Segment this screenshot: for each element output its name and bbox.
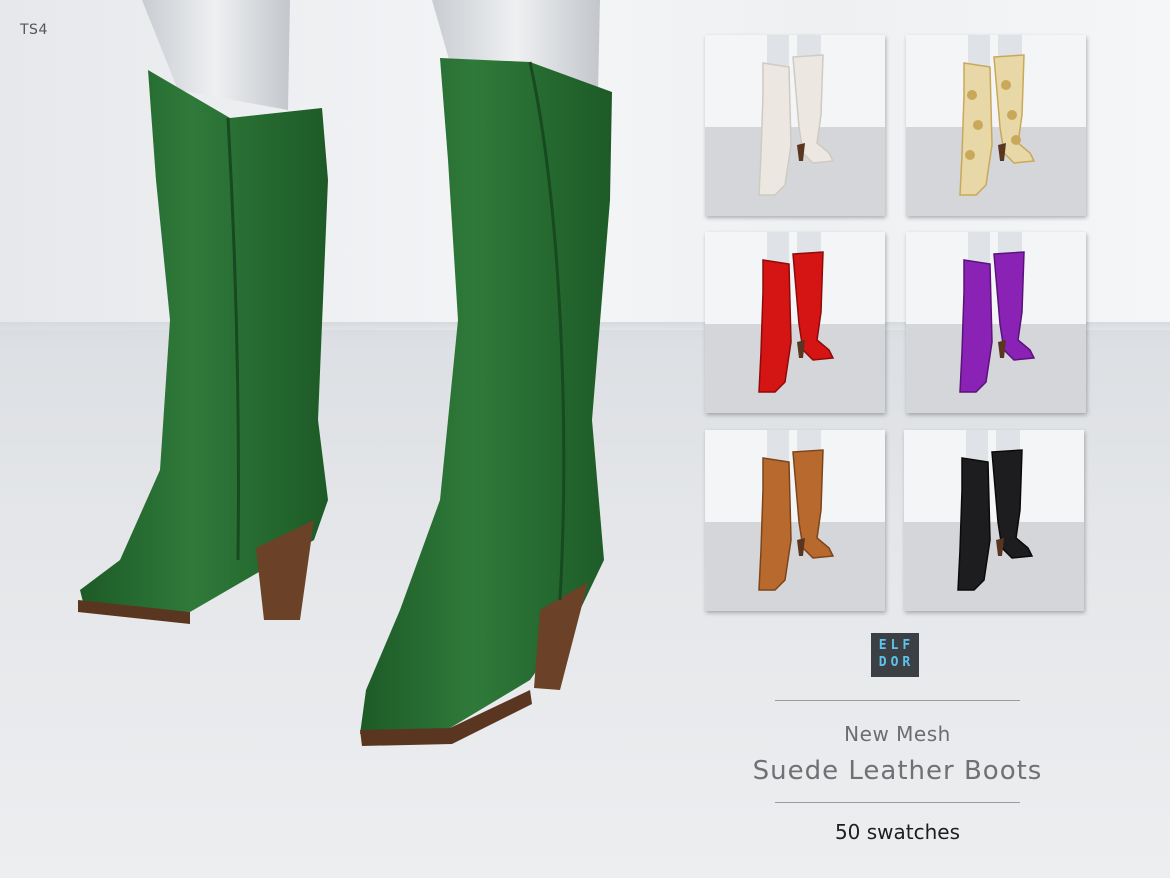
- brand-logo-line-2: DOR: [878, 655, 915, 670]
- thumb-floor: [906, 127, 1086, 216]
- swatch-thumb-red: [705, 232, 885, 413]
- swatch-thumb-image: [904, 430, 1084, 611]
- subtitle: New Mesh: [844, 722, 951, 746]
- thumb-leg-left: [968, 232, 990, 264]
- promo-canvas: TS4 ELF DOR New Mesh Suede Leather Boots…: [0, 0, 1170, 878]
- thumb-leg-left: [767, 35, 789, 67]
- thumb-floral-motif: [967, 90, 977, 100]
- thumb-floor: [705, 127, 885, 216]
- thumb-floor: [705, 324, 885, 413]
- thumb-floral-motif: [965, 150, 975, 160]
- thumb-boot-left: [957, 457, 991, 591]
- swatch-thumb-brown: [705, 430, 885, 611]
- swatch-thumb-image: [705, 232, 885, 413]
- divider-bottom: [775, 802, 1020, 803]
- swatch-thumb-floral: [906, 35, 1086, 216]
- thumb-leg-left: [767, 232, 789, 264]
- thumb-leg-left: [767, 430, 789, 462]
- thumb-floral-motif: [1011, 135, 1021, 145]
- swatch-thumb-white: [705, 35, 885, 216]
- thumb-leg-left: [968, 35, 990, 67]
- swatch-thumb-image: [906, 232, 1086, 413]
- left-boot: [80, 70, 328, 612]
- swatch-thumb-black: [904, 430, 1084, 611]
- game-tag: TS4: [20, 22, 48, 38]
- thumb-boot-left: [758, 259, 792, 393]
- thumb-boot-left: [758, 457, 792, 591]
- thumb-floor: [705, 522, 885, 611]
- swatch-thumb-purple: [906, 232, 1086, 413]
- thumb-leg-left: [966, 430, 988, 462]
- swatch-thumb-image: [705, 35, 885, 216]
- hero-boots-image: [78, 0, 612, 746]
- brand-logo-line-1: ELF: [878, 638, 915, 653]
- thumb-floor: [904, 522, 1084, 611]
- thumb-boot-left: [758, 62, 792, 196]
- swatch-count: 50 swatches: [834, 820, 961, 844]
- brand-logo: ELF DOR: [871, 633, 919, 677]
- thumb-floor: [906, 324, 1086, 413]
- thumb-floral-motif: [1001, 80, 1011, 90]
- product-title: Suede Leather Boots: [752, 756, 1043, 786]
- swatch-preview-grid: [705, 35, 1087, 615]
- swatch-thumb-image: [705, 430, 885, 611]
- divider-top: [775, 700, 1020, 701]
- swatch-thumb-image: [906, 35, 1086, 216]
- thumb-floral-motif: [973, 120, 983, 130]
- thumb-boot-left: [959, 259, 993, 393]
- thumb-floral-motif: [1007, 110, 1017, 120]
